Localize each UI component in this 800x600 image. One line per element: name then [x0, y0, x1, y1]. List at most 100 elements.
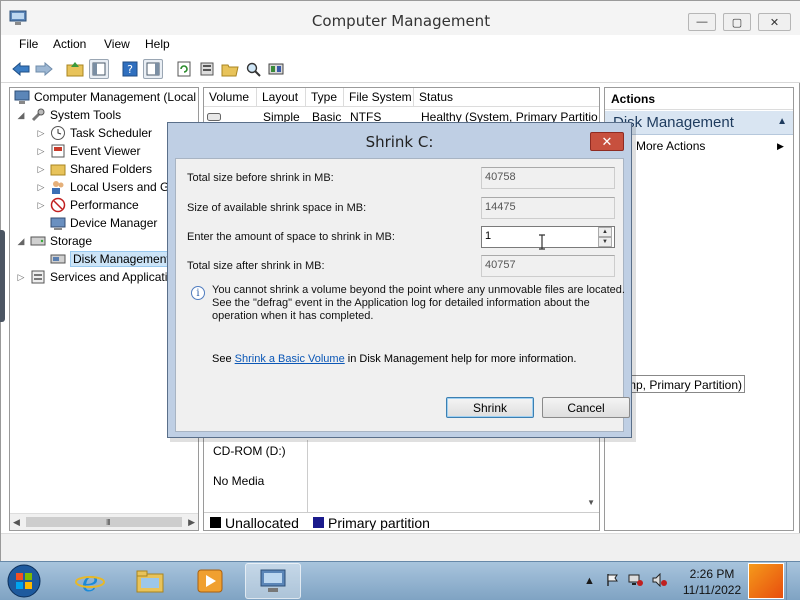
show-action-pane-icon[interactable] [143, 59, 163, 79]
performance-icon [50, 197, 66, 213]
expanded-chevron-icon[interactable]: ◢ [16, 236, 26, 247]
tree-item-disk-management[interactable]: Disk Management [50, 250, 173, 268]
computer-management-taskbar-button[interactable] [245, 563, 301, 599]
menu-action[interactable]: Action [53, 37, 86, 51]
drive-icon [207, 113, 221, 121]
dialog-close-button[interactable]: ✕ [590, 132, 624, 151]
info-icon: i [191, 286, 205, 300]
tree-item-shared-folders[interactable]: ▷ Shared Folders [36, 160, 153, 178]
internet-explorer-taskbar-button[interactable]: e [62, 563, 118, 599]
toolbar: ? [1, 55, 800, 83]
tree-horizontal-scrollbar[interactable]: ◀ III ▶ [10, 513, 198, 530]
tree-item-performance[interactable]: ▷ Performance [36, 196, 139, 214]
cancel-button[interactable]: Cancel [542, 397, 630, 418]
tree-label-system-tools: System Tools [50, 108, 122, 122]
network-icon[interactable] [628, 573, 644, 587]
folder-icon [136, 570, 164, 593]
collapsed-chevron-icon[interactable]: ▷ [16, 272, 26, 283]
text-cursor-icon [539, 234, 545, 250]
shrink-basic-volume-link[interactable]: Shrink a Basic Volume [235, 353, 345, 365]
tree-label-event-viewer: Event Viewer [70, 144, 141, 158]
column-header-type[interactable]: Type [306, 88, 344, 107]
show-hidden-icons-icon[interactable]: ▲ [584, 575, 595, 587]
actions-header: Actions [605, 88, 793, 110]
status-bar [1, 533, 800, 561]
tree-item-services[interactable]: ▷ Services and Applicatio [16, 268, 175, 286]
menu-file[interactable]: File [19, 37, 38, 51]
show-hide-tree-icon[interactable] [89, 59, 109, 79]
total-after-label: Total size after shrink in MB: [187, 260, 325, 272]
primary-swatch [313, 517, 324, 528]
scrollbar-grip: III [106, 518, 111, 527]
action-center-flag-icon[interactable] [605, 573, 619, 587]
storage-icon [30, 233, 46, 249]
help-icon[interactable]: ? [120, 59, 140, 79]
scrollbar-thumb[interactable]: III [26, 517, 182, 527]
tree-item-storage[interactable]: ◢ Storage [16, 232, 93, 250]
volume-muted-icon[interactable] [652, 573, 668, 587]
unallocated-swatch [210, 517, 221, 528]
scroll-right-arrow-icon[interactable]: ▶ [188, 517, 195, 528]
tree-item-root[interactable]: Computer Management (Local [14, 88, 196, 106]
expanded-chevron-icon[interactable]: ◢ [16, 110, 26, 121]
shrink-dialog: Shrink C: ✕ Total size before shrink in … [167, 122, 632, 438]
close-button[interactable]: ✕ [758, 13, 791, 31]
shrink-button[interactable]: Shrink [446, 397, 534, 418]
tree-item-event-viewer[interactable]: ▷ Event Viewer [36, 142, 141, 160]
submenu-arrow-icon: ▶ [777, 141, 784, 151]
minimize-button[interactable]: — [688, 13, 716, 31]
cdrom-disk-label[interactable]: CD-ROM (D:) No Media [204, 440, 308, 512]
total-before-value: 40758 [481, 167, 615, 189]
computer-management-icon [14, 89, 30, 105]
tree-item-system-tools[interactable]: ◢ System Tools [16, 106, 122, 124]
collapsed-chevron-icon[interactable]: ▷ [36, 128, 46, 139]
up-folder-icon[interactable] [65, 59, 85, 79]
clock-date[interactable]: 11/11/2022 [682, 583, 742, 597]
taskbar: e ▲ 2:26 PM 11/11/2022 [0, 561, 800, 600]
open-folder-icon[interactable] [220, 59, 240, 79]
maximize-button[interactable]: ▢ [723, 13, 751, 31]
tree-item-task-scheduler[interactable]: ▷ Task Scheduler [36, 124, 152, 142]
volume-table-header: Volume Layout Type File System Status [204, 88, 599, 107]
search-disk-icon[interactable] [243, 59, 263, 79]
menu-view[interactable]: View [104, 37, 130, 51]
column-header-volume[interactable]: Volume [204, 88, 257, 107]
column-header-layout[interactable]: Layout [257, 88, 306, 107]
services-icon [30, 269, 46, 285]
available-shrink-value: 14475 [481, 197, 615, 219]
clock-icon [50, 125, 66, 141]
disk-map-scrollbar[interactable]: ▼ [582, 443, 599, 511]
collapsed-chevron-icon[interactable]: ▷ [36, 146, 46, 157]
refresh-icon[interactable] [174, 59, 194, 79]
tree-item-device-manager[interactable]: Device Manager [50, 214, 157, 232]
menu-help[interactable]: Help [145, 37, 170, 51]
start-button-icon[interactable] [4, 563, 44, 599]
clock-time[interactable]: 2:26 PM [682, 567, 742, 581]
spin-up-icon[interactable]: ▲ [598, 227, 612, 237]
back-arrow-icon[interactable] [11, 59, 31, 79]
collapsed-chevron-icon[interactable]: ▷ [36, 164, 46, 175]
file-explorer-taskbar-button[interactable] [122, 563, 178, 599]
column-header-status[interactable]: Status [414, 88, 599, 107]
tree-label-disk-management: Disk Management [70, 251, 173, 267]
spin-down-icon[interactable]: ▼ [598, 237, 612, 247]
tree-label-local-users: Local Users and Gr [70, 180, 174, 194]
tree-item-local-users[interactable]: ▷ Local Users and Gr [36, 178, 173, 196]
scroll-left-arrow-icon[interactable]: ◀ [13, 517, 20, 528]
disk-settings-icon[interactable] [266, 59, 286, 79]
cdrom-name: CD-ROM (D:) [213, 444, 286, 458]
shrink-amount-input[interactable]: 1 [481, 226, 615, 248]
scroll-down-arrow-icon[interactable]: ▼ [587, 498, 595, 507]
more-actions-item[interactable]: More Actions [636, 139, 705, 153]
legend-unallocated: Unallocated [225, 515, 299, 531]
note-line-3: operation when it has completed. [212, 310, 374, 322]
forward-arrow-icon[interactable] [34, 59, 54, 79]
collapsed-chevron-icon[interactable]: ▷ [36, 182, 46, 193]
column-header-file-system[interactable]: File System [344, 88, 414, 107]
collapsed-chevron-icon[interactable]: ▷ [36, 200, 46, 211]
available-shrink-label: Size of available shrink space in MB: [187, 202, 367, 214]
media-player-taskbar-button[interactable] [182, 563, 238, 599]
properties-icon[interactable] [197, 59, 217, 79]
collapse-up-icon[interactable]: ▲ [777, 116, 787, 127]
show-desktop-button[interactable] [786, 562, 800, 600]
